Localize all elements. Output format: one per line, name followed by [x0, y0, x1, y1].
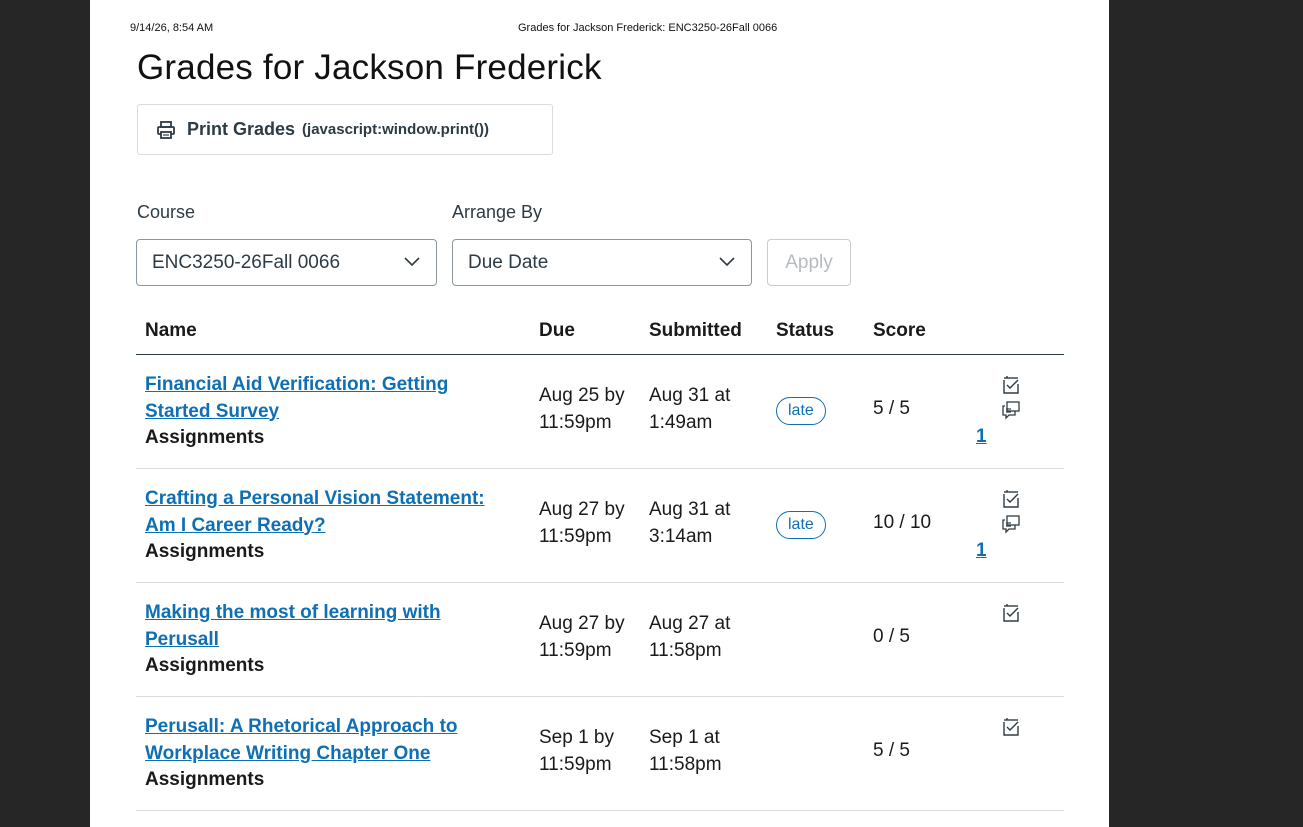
submitted-date: Sep 1 at 11:58pm [649, 727, 722, 775]
apply-button[interactable]: Apply [767, 239, 851, 286]
assignment-group: Assignments [145, 655, 265, 676]
course-label: Course [137, 202, 196, 222]
page-title: Grades for Jackson Frederick [137, 48, 602, 87]
comment-count-link[interactable]: 1 [976, 426, 987, 448]
column-header-score: Score [873, 320, 926, 341]
comment-icon[interactable] [1001, 400, 1021, 420]
assignment-link[interactable]: Perusall: A Rhetorical Approach to Workp… [145, 714, 525, 767]
print-grades-label: Print Grades [187, 119, 296, 139]
submission-details-icon[interactable] [1001, 489, 1021, 509]
due-date: Aug 25 by 11:59pm [539, 385, 625, 433]
column-header-name: Name [145, 320, 197, 341]
column-header-due: Due [539, 320, 575, 341]
arrange-by-label: Arrange By [452, 202, 543, 222]
assignment-group: Assignments [145, 769, 265, 790]
assignment-group: Assignments [145, 427, 265, 448]
table-row: Crafting a Personal Vision Statement: Am… [136, 469, 1064, 583]
print-grades-button[interactable]: Print Grades (javascript:window.print()) [137, 104, 553, 155]
chevron-down-icon [404, 257, 420, 267]
course-select-value: ENC3250-26Fall 0066 [152, 251, 341, 273]
assignment-name-cell: Crafting a Personal Vision Statement: Am… [145, 486, 525, 566]
score: 0 / 5 [873, 626, 910, 647]
due-date: Aug 27 by 11:59pm [539, 499, 625, 547]
submitted-date: Aug 27 at 11:58pm [649, 613, 731, 661]
print-page: 9/14/26, 8:54 AM Grades for Jackson Fred… [90, 0, 1109, 827]
status-badge: late [776, 511, 826, 539]
submission-details-icon[interactable] [1001, 717, 1021, 737]
table-row: Perusall: A Rhetorical Approach to Workp… [136, 697, 1064, 811]
submitted-date: Aug 31 at 1:49am [649, 385, 731, 433]
assignment-link[interactable]: Making the most of learning with Perusal… [145, 600, 525, 653]
score: 5 / 5 [873, 398, 910, 419]
due-date: Sep 1 by 11:59pm [539, 727, 614, 775]
assignment-name-cell: Making the most of learning with Perusal… [145, 600, 525, 680]
submitted-date: Aug 31 at 3:14am [649, 499, 731, 547]
arrange-by-value: Due Date [468, 251, 549, 273]
comment-count-link[interactable]: 1 [976, 540, 987, 562]
print-header: 9/14/26, 8:54 AM Grades for Jackson Fred… [90, 22, 1109, 36]
arrange-by-select[interactable]: Due Date [452, 239, 752, 286]
comment-icon[interactable] [1001, 514, 1021, 534]
due-date: Aug 27 by 11:59pm [539, 613, 625, 661]
assignment-name-cell: Financial Aid Verification: Getting Star… [145, 372, 525, 452]
column-header-status: Status [776, 320, 835, 341]
status-badge: late [776, 397, 826, 425]
assignment-link[interactable]: Crafting a Personal Vision Statement: Am… [145, 486, 525, 539]
printer-icon [157, 120, 175, 139]
print-date: 9/14/26, 8:54 AM [130, 22, 214, 34]
chevron-down-icon [719, 257, 735, 267]
print-header-title: Grades for Jackson Frederick: ENC3250-26… [518, 22, 778, 34]
score: 5 / 5 [873, 740, 910, 761]
score: 10 / 10 [873, 512, 932, 533]
assignment-name-cell: Perusall: A Rhetorical Approach to Workp… [145, 714, 525, 794]
course-select[interactable]: ENC3250-26Fall 0066 [136, 239, 437, 286]
column-header-submitted: Submitted [649, 320, 742, 341]
assignment-group: Assignments [145, 541, 265, 562]
print-grades-url: (javascript:window.print()) [302, 121, 489, 138]
assignment-link[interactable]: Financial Aid Verification: Getting Star… [145, 372, 525, 425]
submission-details-icon[interactable] [1001, 603, 1021, 623]
table-row: Making the most of learning with Perusal… [136, 583, 1064, 697]
table-row: Financial Aid Verification: Getting Star… [136, 355, 1064, 469]
submission-details-icon[interactable] [1001, 375, 1021, 395]
